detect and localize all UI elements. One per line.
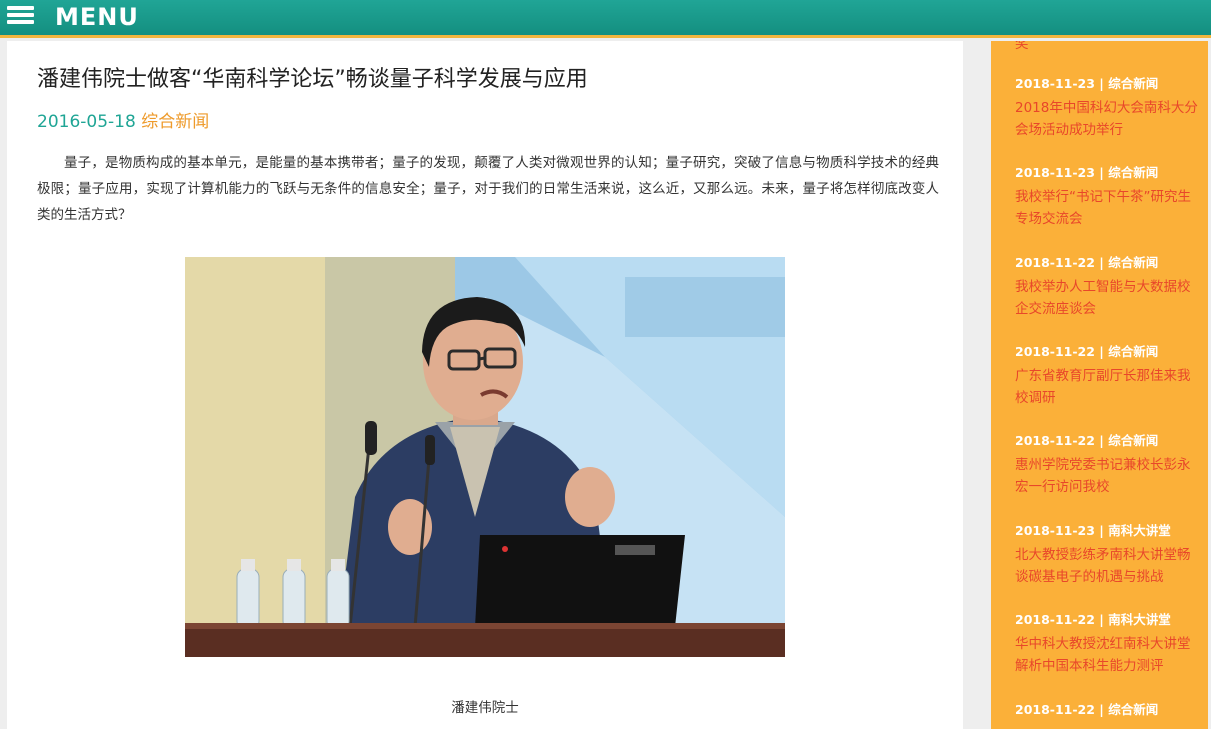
top-navigation-bar: MENU xyxy=(0,0,1211,38)
article-title: 潘建伟院士做客“华南科学论坛”畅谈量子科学发展与应用 xyxy=(37,67,588,92)
hamburger-menu-icon[interactable] xyxy=(7,6,34,30)
photo-caption: 潘建伟院士 xyxy=(451,700,519,716)
news-item[interactable]: 2018-11-22 | 南科大讲堂 华中科大教授沈红南科大讲堂解析中国本科生能… xyxy=(1015,611,1200,677)
article-meta: 2016-05-18 综合新闻 xyxy=(37,107,209,132)
news-title-link[interactable]: 华中科大教授沈红南科大讲堂解析中国本科生能力测评 xyxy=(1015,633,1200,677)
news-item[interactable]: 2018-11-23 | 综合新闻 我校举行“书记下午茶”研究生专场交流会 xyxy=(1015,164,1200,230)
news-item[interactable]: 2018-11-22 | 综合新闻 惠州学院党委书记兼校长彭永宏一行访问我校 xyxy=(1015,432,1200,498)
news-title-link[interactable]: 2018年中国科幻大会南科大分会场活动成功举行 xyxy=(1015,97,1200,141)
news-item[interactable]: 2018-11-22 | 综合新闻 广东省教育厅副厅长那佳来我校调研 xyxy=(1015,343,1200,409)
news-item[interactable]: 2018-11-22 | 综合新闻 我校举办人工智能与大数据校企交流座谈会 xyxy=(1015,254,1200,320)
article-category-link[interactable]: 综合新闻 xyxy=(141,112,209,132)
news-meta: 2018-11-22 | 综合新闻 xyxy=(1015,702,1159,717)
news-meta: 2018-11-23 | 综合新闻 xyxy=(1015,76,1159,91)
news-meta: 2018-11-22 | 南科大讲堂 xyxy=(1015,612,1171,627)
news-item[interactable]: 2018-11-23 | 综合新闻 2018年中国科幻大会南科大分会场活动成功举… xyxy=(1015,75,1200,141)
news-title-link[interactable]: 我校举行“书记下午茶”研究生专场交流会 xyxy=(1015,186,1200,230)
news-title-fragment[interactable]: 奖 xyxy=(1015,41,1029,55)
menu-button[interactable]: MENU xyxy=(55,3,139,31)
news-meta: 2018-11-22 | 综合新闻 xyxy=(1015,344,1159,359)
article-photo xyxy=(185,257,785,657)
article-date: 2016-05-18 xyxy=(37,112,136,132)
article-paragraph: 量子，是物质构成的基本单元，是能量的基本携带者；量子的发现，颠覆了人类对微观世界… xyxy=(37,155,939,223)
news-meta: 2018-11-23 | 综合新闻 xyxy=(1015,165,1159,180)
news-title-link[interactable]: 惠州学院党委书记兼校长彭永宏一行访问我校 xyxy=(1015,454,1200,498)
news-meta: 2018-11-22 | 综合新闻 xyxy=(1015,433,1159,448)
news-meta: 2018-11-22 | 综合新闻 xyxy=(1015,255,1159,270)
news-meta: 2018-11-23 | 南科大讲堂 xyxy=(1015,523,1171,538)
news-item[interactable]: 2018-11-22 | 综合新闻 xyxy=(1015,701,1200,723)
news-item[interactable]: 2018-11-23 | 南科大讲堂 北大教授彭练矛南科大讲堂畅谈碳基电子的机遇… xyxy=(1015,522,1200,588)
sidebar-news-list: 奖 2018-11-23 | 综合新闻 2018年中国科幻大会南科大分会场活动成… xyxy=(991,41,1208,729)
news-title-link[interactable]: 北大教授彭练矛南科大讲堂畅谈碳基电子的机遇与挑战 xyxy=(1015,544,1200,588)
news-title-link[interactable]: 我校举办人工智能与大数据校企交流座谈会 xyxy=(1015,276,1200,320)
news-title-link[interactable]: 广东省教育厅副厅长那佳来我校调研 xyxy=(1015,365,1200,409)
article-panel: 潘建伟院士做客“华南科学论坛”畅谈量子科学发展与应用 2016-05-18 综合… xyxy=(7,41,963,729)
